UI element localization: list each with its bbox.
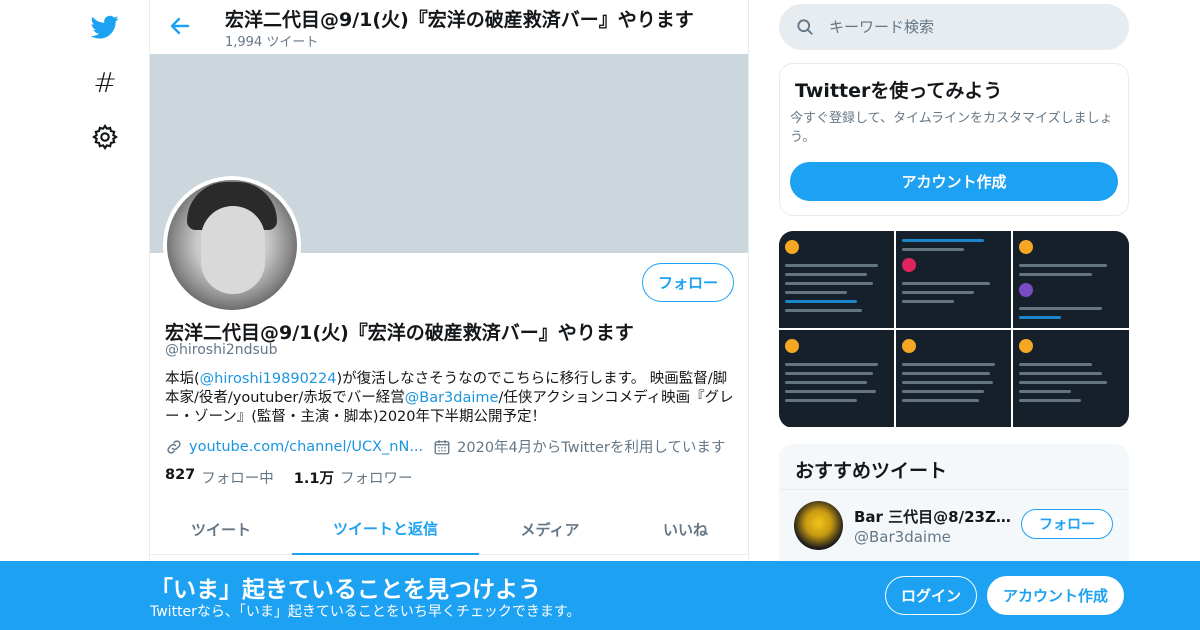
avatar-dot xyxy=(1019,283,1033,297)
avatar-dot xyxy=(1019,339,1033,353)
avatar-dot xyxy=(785,339,799,353)
link-icon xyxy=(165,438,183,456)
header-title: 宏洋二代目@9/1(火)『宏洋の破産救済バー』やります xyxy=(225,9,694,31)
search-box[interactable] xyxy=(779,4,1129,50)
avatar[interactable] xyxy=(794,501,843,550)
profile-avatar[interactable] xyxy=(163,176,301,314)
profile-handle: @hiroshi2ndsub xyxy=(165,342,278,358)
recommended-follow-button[interactable]: フォロー xyxy=(1021,509,1113,539)
avatar-dot xyxy=(902,339,916,353)
avatar-image xyxy=(167,180,297,310)
profile-header-bar: 宏洋二代目@9/1(火)『宏洋の破産救済バー』やります 1,994 ツイート xyxy=(150,0,748,54)
tweet-count: 1,994 ツイート xyxy=(225,35,319,50)
media-thumbnail[interactable] xyxy=(1013,231,1129,328)
signup-card: Twitterを使ってみよう 今すぐ登録して、タイムラインをカスタマイズしましょ… xyxy=(779,63,1129,216)
media-thumbnail[interactable] xyxy=(1013,330,1129,427)
tab-media[interactable]: メディア xyxy=(479,503,621,555)
media-grid xyxy=(779,231,1129,428)
login-button[interactable]: ログイン xyxy=(885,576,977,615)
calendar-icon xyxy=(433,438,451,456)
profile-bio: 本垢(@hiroshi19890224)が復活しなさそうなのでこちらに移行します… xyxy=(165,370,735,427)
bio-text: 本垢( xyxy=(165,371,200,387)
follow-button[interactable]: フォロー xyxy=(642,263,734,302)
media-thumbnail[interactable] xyxy=(779,330,894,427)
bottom-bar-subtitle: Twitterなら、「いま」起きていることをいち早くチェックできます。 xyxy=(150,604,581,620)
left-nav: # xyxy=(70,0,150,630)
followers-label[interactable]: フォロワー xyxy=(340,467,413,488)
profile-tabs: ツイート ツイートと返信 メディア いいね xyxy=(150,503,748,555)
search-icon xyxy=(795,17,815,37)
tab-tweets[interactable]: ツイート xyxy=(150,503,292,555)
following-label[interactable]: フォロー中 xyxy=(201,467,274,488)
joined-date: 2020年4月からTwitterを利用しています xyxy=(457,440,726,456)
bottom-bar-title: 「いま」起きていることを見つけよう xyxy=(150,577,541,603)
media-thumbnail[interactable] xyxy=(896,330,1011,427)
recommended-account-name[interactable]: Bar 三代目@8/23ZIC... xyxy=(854,506,1014,527)
recommended-account-handle[interactable]: @Bar3daime xyxy=(854,528,951,546)
signup-card-description: 今すぐ登録して、タイムラインをカスタマイズしましょう。 xyxy=(790,111,1113,145)
profile-website-link[interactable]: youtube.com/channel/UCX_nN... xyxy=(189,439,423,455)
avatar-dot xyxy=(785,240,799,254)
twitter-logo-icon[interactable] xyxy=(90,12,120,42)
avatar-face xyxy=(201,206,265,294)
profile-column: 宏洋二代目@9/1(火)『宏洋の破産救済バー』やります 1,994 ツイート フ… xyxy=(149,0,749,630)
signup-card-title: Twitterを使ってみよう xyxy=(795,80,1003,102)
followers-count[interactable]: 1.1万 xyxy=(294,467,334,488)
bio-mention-link[interactable]: @Bar3daime xyxy=(405,390,499,406)
media-thumbnail[interactable] xyxy=(896,231,1011,328)
hashtag-icon[interactable]: # xyxy=(90,66,120,99)
media-thumbnail[interactable] xyxy=(779,231,894,328)
signup-bottom-bar: 「いま」起きていることを見つけよう Twitterなら、「いま」起きていることを… xyxy=(0,561,1200,630)
back-arrow-icon[interactable] xyxy=(168,14,192,38)
following-count[interactable]: 827 xyxy=(165,467,195,488)
divider xyxy=(779,489,1129,490)
page: # 宏洋二代目@9/1(火)『宏洋の破産救済バー』やります 1,994 ツイート… xyxy=(0,0,1200,630)
bio-mention-link[interactable]: @hiroshi19890224 xyxy=(200,371,337,387)
search-input[interactable] xyxy=(829,18,1099,36)
tab-tweets-and-replies[interactable]: ツイートと返信 xyxy=(292,503,479,555)
follow-stats: 827 フォロー中 1.1万 フォロワー xyxy=(165,467,412,488)
avatar-dot xyxy=(902,258,916,272)
signup-button[interactable]: アカウント作成 xyxy=(987,576,1124,615)
recommended-title: おすすめツイート xyxy=(795,460,948,482)
profile-name: 宏洋二代目@9/1(火)『宏洋の破産救済バー』やります xyxy=(165,322,634,344)
avatar-dot xyxy=(1019,240,1033,254)
tab-likes[interactable]: いいね xyxy=(621,503,748,555)
profile-meta: youtube.com/channel/UCX_nN... 2020年4月からT… xyxy=(165,436,725,457)
create-account-button[interactable]: アカウント作成 xyxy=(790,162,1118,201)
gear-icon[interactable] xyxy=(90,122,120,152)
